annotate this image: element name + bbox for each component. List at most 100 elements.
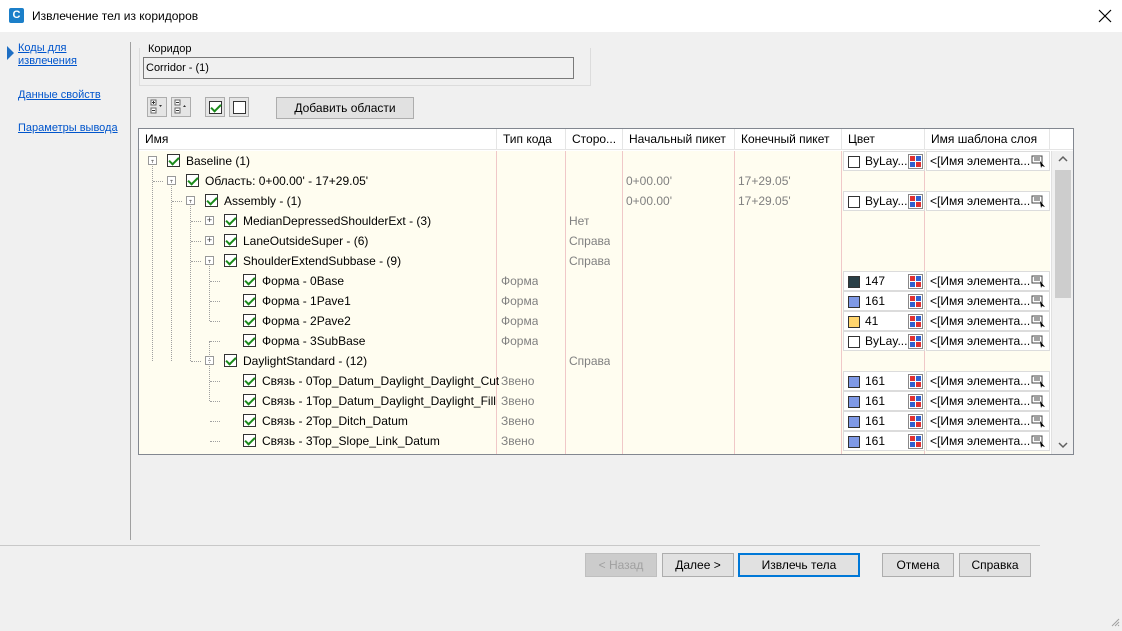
row-checkbox[interactable] xyxy=(167,154,180,167)
extract-bodies-button[interactable]: Извлечь тела xyxy=(738,553,860,577)
palette-icon[interactable] xyxy=(908,154,923,169)
palette-icon[interactable] xyxy=(908,194,923,209)
col-header-end-station[interactable]: Конечный пикет xyxy=(735,129,842,150)
palette-icon[interactable] xyxy=(908,334,923,349)
table-row[interactable]: + MedianDepressedShoulderExt - (3) Нет xyxy=(139,211,1050,231)
table-row[interactable]: Связь - 3Top_Slope_Link_Datum Звено 161 <[И… xyxy=(139,431,1050,451)
row-checkbox[interactable] xyxy=(224,214,237,227)
layer-template-field[interactable]: <[Имя элемента... xyxy=(926,311,1050,331)
col-header-name[interactable]: Имя xyxy=(139,129,497,150)
col-header-side[interactable]: Сторо... xyxy=(566,129,623,150)
layer-template-field[interactable]: <[Имя элемента... xyxy=(926,271,1050,291)
nav-item-property-data[interactable]: Данные свойств xyxy=(18,89,101,102)
name-editor-icon[interactable] xyxy=(1031,194,1046,209)
row-checkbox[interactable] xyxy=(243,294,256,307)
table-row[interactable]: Связь - 0Top_Datum_Daylight_Daylight_Cut… xyxy=(139,371,1050,391)
nav-item-codes[interactable]: Коды для извлечения xyxy=(18,42,88,68)
table-row[interactable]: Форма - 0Base Форма 147 <[Имя элемента... xyxy=(139,271,1050,291)
layer-template-field[interactable]: <[Имя элемента... xyxy=(926,151,1050,171)
name-editor-icon[interactable] xyxy=(1031,374,1046,389)
row-checkbox[interactable] xyxy=(243,434,256,447)
layer-template-field[interactable]: <[Имя элемента... xyxy=(926,391,1050,411)
nav-item-output-settings[interactable]: Параметры вывода xyxy=(18,122,118,135)
help-button[interactable]: Справка xyxy=(959,553,1031,577)
palette-icon[interactable] xyxy=(908,434,923,449)
name-editor-icon[interactable] xyxy=(1031,334,1046,349)
row-checkbox[interactable] xyxy=(224,234,237,247)
layer-template-field[interactable]: <[Имя элемента... xyxy=(926,191,1050,211)
name-editor-icon[interactable] xyxy=(1031,314,1046,329)
layer-template-field[interactable]: <[Имя элемента... xyxy=(926,291,1050,311)
col-header-color[interactable]: Цвет xyxy=(842,129,925,150)
table-row[interactable]: - Assembly - (1) 0+00.00' 17+29.05' ByLay...… xyxy=(139,191,1050,211)
name-editor-icon[interactable] xyxy=(1031,154,1046,169)
expand-all-button[interactable] xyxy=(147,97,167,117)
layer-template-field[interactable]: <[Имя элемента... xyxy=(926,371,1050,391)
expand-icon[interactable]: + xyxy=(205,216,214,225)
layer-template-field[interactable]: <[Имя элемента... xyxy=(926,431,1050,451)
color-picker[interactable]: ByLay... xyxy=(843,331,925,351)
next-button[interactable]: Далее > xyxy=(662,553,734,577)
palette-icon[interactable] xyxy=(908,294,923,309)
check-all-button[interactable] xyxy=(205,97,225,117)
palette-icon[interactable] xyxy=(908,374,923,389)
col-header-start-station[interactable]: Начальный пикет xyxy=(623,129,735,150)
row-checkbox[interactable] xyxy=(243,374,256,387)
row-code-type: Звено xyxy=(501,394,535,408)
name-editor-icon[interactable] xyxy=(1031,414,1046,429)
palette-icon[interactable] xyxy=(908,394,923,409)
palette-icon[interactable] xyxy=(908,414,923,429)
color-picker[interactable]: 161 xyxy=(843,291,925,311)
row-checkbox[interactable] xyxy=(186,174,199,187)
color-picker[interactable]: ByLay... xyxy=(843,191,925,211)
scroll-down-icon[interactable] xyxy=(1058,441,1068,449)
vertical-scrollbar[interactable] xyxy=(1051,151,1073,454)
col-header-code-type[interactable]: Тип кода xyxy=(497,129,566,150)
table-row[interactable]: - Область: 0+00.00' - 17+29.05' 0+00.00' 17… xyxy=(139,171,1050,191)
uncheck-all-button[interactable] xyxy=(229,97,249,117)
name-editor-icon[interactable] xyxy=(1031,274,1046,289)
table-row[interactable]: Форма - 2Pave2 Форма 41 <[Имя элемента... xyxy=(139,311,1050,331)
table-row[interactable]: + LaneOutsideSuper - (6) Справа xyxy=(139,231,1050,251)
row-checkbox[interactable] xyxy=(243,334,256,347)
table-row[interactable]: Связь - 2Top_Ditch_Datum Звено 161 <[Имя эл… xyxy=(139,411,1050,431)
name-editor-icon[interactable] xyxy=(1031,394,1046,409)
palette-icon[interactable] xyxy=(908,314,923,329)
row-checkbox[interactable] xyxy=(224,254,237,267)
color-picker[interactable]: 161 xyxy=(843,371,925,391)
color-picker[interactable]: 161 xyxy=(843,411,925,431)
col-header-layer-template[interactable]: Имя шаблона слоя xyxy=(925,129,1050,150)
scroll-up-icon[interactable] xyxy=(1058,155,1068,163)
collapse-all-button[interactable] xyxy=(171,97,191,117)
table-row[interactable]: Связь - 1Top_Datum_Daylight_Daylight_Fil… xyxy=(139,391,1050,411)
table-row[interactable]: - Baseline (1) ByLay... <[Имя элемента... xyxy=(139,151,1050,171)
row-checkbox[interactable] xyxy=(205,194,218,207)
name-editor-icon[interactable] xyxy=(1031,294,1046,309)
row-checkbox[interactable] xyxy=(243,414,256,427)
row-checkbox[interactable] xyxy=(243,394,256,407)
color-picker[interactable]: 147 xyxy=(843,271,925,291)
table-row[interactable]: - ShoulderExtendSubbase - (9) Справа xyxy=(139,251,1050,271)
row-checkbox[interactable] xyxy=(243,314,256,327)
row-checkbox[interactable] xyxy=(224,354,237,367)
expand-icon[interactable]: + xyxy=(205,236,214,245)
palette-icon[interactable] xyxy=(908,274,923,289)
cancel-button[interactable]: Отмена xyxy=(882,553,954,577)
row-checkbox[interactable] xyxy=(243,274,256,287)
table-row[interactable]: - DaylightStandard - (12) Справа xyxy=(139,351,1050,371)
back-button[interactable]: < Назад xyxy=(585,553,657,577)
color-picker[interactable]: ByLay... xyxy=(843,151,925,171)
color-picker[interactable]: 161 xyxy=(843,431,925,451)
color-picker[interactable]: 41 xyxy=(843,311,925,331)
table-row[interactable]: Форма - 1Pave1 Форма 161 <[Имя элемента... xyxy=(139,291,1050,311)
resize-grip-icon[interactable] xyxy=(1110,617,1120,629)
name-editor-icon[interactable] xyxy=(1031,434,1046,449)
color-value: 161 xyxy=(865,414,886,428)
layer-template-field[interactable]: <[Имя элемента... xyxy=(926,331,1050,351)
close-icon[interactable] xyxy=(1088,0,1122,32)
table-row[interactable]: Форма - 3SubBase Форма ByLay... <[Имя элеме… xyxy=(139,331,1050,351)
layer-template-field[interactable]: <[Имя элемента... xyxy=(926,411,1050,431)
scrollbar-thumb[interactable] xyxy=(1055,170,1071,298)
color-picker[interactable]: 161 xyxy=(843,391,925,411)
add-regions-button[interactable]: Добавить области xyxy=(276,97,414,119)
